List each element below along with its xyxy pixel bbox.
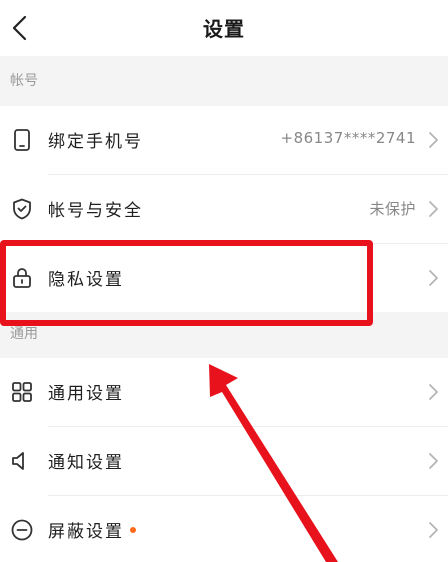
phone-number-value: +86137****2741 — [280, 129, 416, 147]
settings-row-label: 帐号与安全 — [48, 201, 143, 221]
speaker-icon — [12, 452, 24, 470]
page-title: 设置 — [203, 17, 245, 41]
shield-check-icon — [13, 198, 31, 220]
minus-circle-icon — [11, 519, 33, 541]
settings-row-label: 通用设置 — [48, 384, 124, 404]
settings-row-privacy[interactable]: 隐私设置 — [0, 244, 448, 312]
grid-icon — [12, 382, 32, 402]
chevron-right-icon — [429, 201, 438, 217]
settings-row-label: 屏蔽设置 — [48, 517, 136, 542]
settings-row-notification[interactable]: 通知设置 — [0, 427, 448, 495]
settings-row-security[interactable]: 帐号与安全 未保护 — [0, 175, 448, 243]
chevron-right-icon — [429, 522, 438, 538]
chevron-right-icon — [429, 270, 438, 286]
top-nav-bar: 设置 — [0, 0, 448, 56]
settings-row-phone[interactable]: 绑定手机号 +86137****2741 — [0, 106, 448, 174]
phone-icon — [14, 129, 30, 151]
lock-icon — [13, 268, 31, 288]
settings-row-general[interactable]: 通用设置 — [0, 358, 448, 426]
settings-row-label: 绑定手机号 — [48, 132, 143, 152]
settings-row-label: 通知设置 — [48, 453, 124, 473]
chevron-right-icon — [429, 453, 438, 469]
chevron-right-icon — [429, 384, 438, 400]
security-status-value: 未保护 — [369, 200, 416, 218]
section-header-general: 通用 — [0, 312, 448, 358]
settings-row-label: 隐私设置 — [48, 270, 124, 290]
section-header-account: 帐号 — [0, 56, 448, 106]
settings-row-block[interactable]: 屏蔽设置 — [0, 496, 448, 562]
chevron-right-icon — [429, 132, 438, 148]
new-badge-dot — [130, 527, 136, 533]
